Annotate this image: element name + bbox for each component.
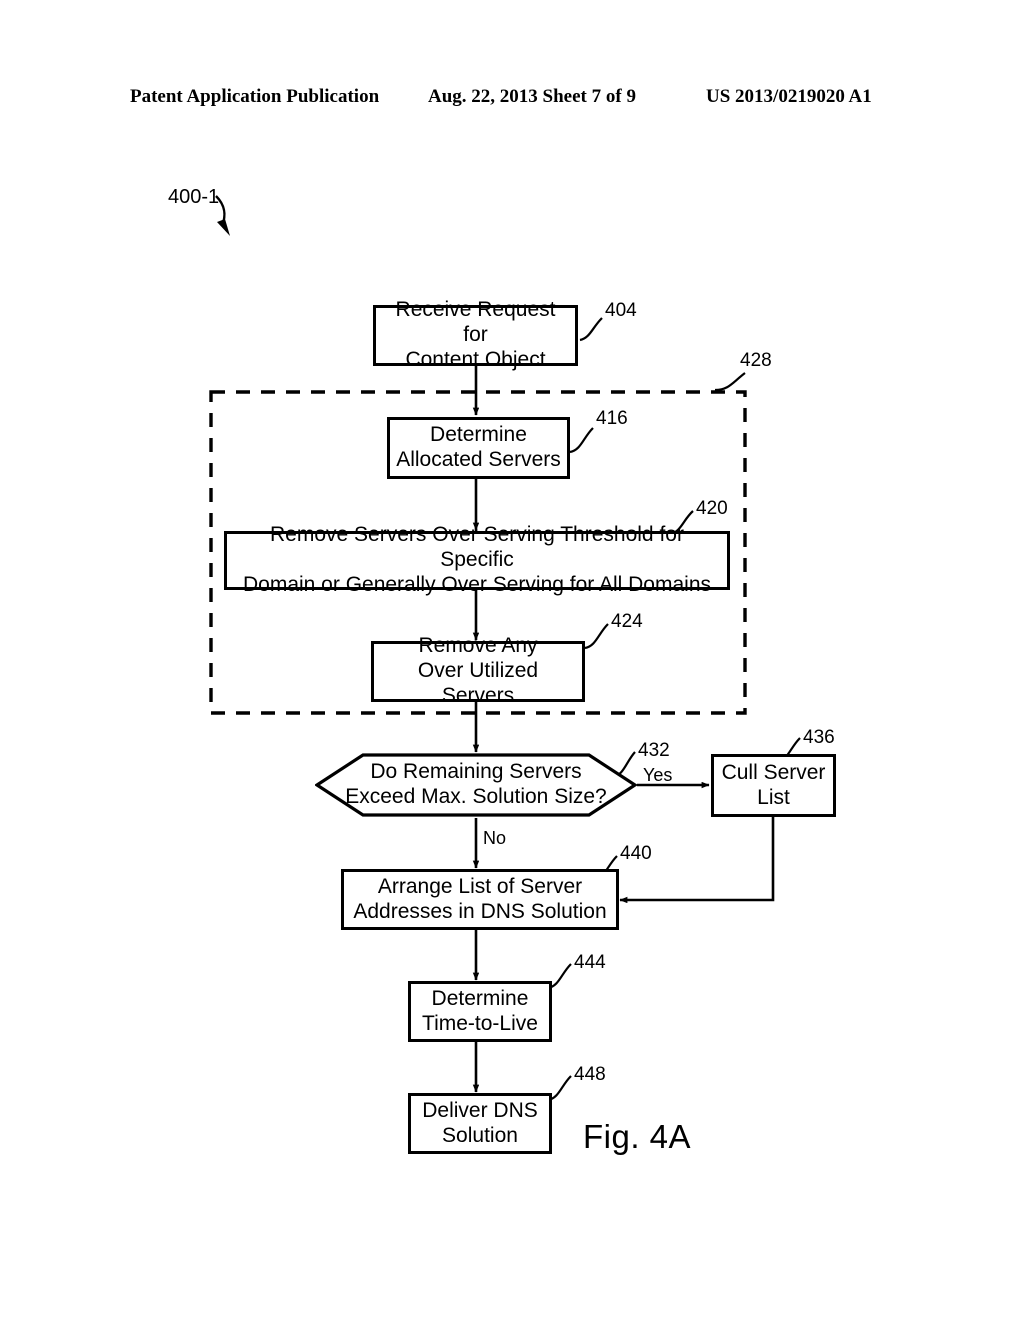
flow-node-arrange-list-of-server-addresses[interactable]: Arrange List of Server Addresses in DNS …: [341, 869, 619, 930]
ref-404-leader: [579, 317, 603, 342]
ref-416-leader: [569, 427, 594, 454]
flow-node-remove-over-utilized-servers[interactable]: Remove Any Over Utilized Servers: [371, 634, 585, 707]
flow-node-determine-time-to-live-label: Determine Time-to-Live: [422, 986, 538, 1035]
flow-node-remove-over-utilized-servers-label: Remove Any Over Utilized Servers: [417, 634, 539, 707]
ref-numeral-416: 416: [596, 408, 628, 429]
flow-node-cull-server-list[interactable]: Cull Server List: [711, 754, 836, 817]
flow-node-decision-label: Do Remaining Servers Exceed Max. Solutio…: [345, 760, 607, 808]
flow-node-determine-allocated-servers-label: Determine Allocated Servers: [396, 423, 561, 471]
ref-numeral-428: 428: [740, 350, 772, 371]
flow-node-receive-request[interactable]: Receive Request for Content Object: [373, 298, 578, 371]
ref-numeral-436: 436: [803, 727, 835, 748]
ref-numeral-424: 424: [611, 611, 643, 632]
flow-node-deliver-dns-solution-label: Deliver DNS Solution: [422, 1098, 538, 1147]
flow-node-cull-server-list-label: Cull Server List: [721, 760, 826, 809]
ref-numeral-440: 440: [620, 843, 652, 864]
ref-numeral-444: 444: [574, 952, 606, 973]
flow-node-receive-request-label: Receive Request for Content Object: [395, 298, 556, 371]
flow-node-decision-exceed-max-solution-size[interactable]: Do Remaining Servers Exceed Max. Solutio…: [315, 752, 637, 818]
flow-node-remove-servers-over-threshold[interactable]: Remove Servers Over Serving Threshold fo…: [224, 523, 730, 596]
flow-node-determine-time-to-live[interactable]: Determine Time-to-Live: [408, 981, 552, 1042]
ref-numeral-432: 432: [638, 740, 670, 761]
tag-400-arrowhead: [217, 219, 230, 236]
ref-numeral-404: 404: [605, 300, 637, 321]
figure-caption: Fig. 4A: [583, 1118, 692, 1155]
ref-numeral-420: 420: [696, 498, 728, 519]
ref-numeral-448: 448: [574, 1064, 606, 1085]
ref-428-leader: [714, 372, 746, 392]
figure-tag-400-1: 400-1: [168, 186, 220, 208]
flow-node-arrange-list-of-server-addresses-label: Arrange List of Server Addresses in DNS …: [353, 874, 607, 923]
flow-node-deliver-dns-solution[interactable]: Deliver DNS Solution: [408, 1093, 552, 1154]
flow-node-remove-servers-over-threshold-label: Remove Servers Over Serving Threshold fo…: [242, 523, 711, 596]
patent-figure-4a: 400-1 Receive Request for Content Object…: [0, 0, 1024, 1320]
flow-node-determine-allocated-servers[interactable]: Determine Allocated Servers: [387, 417, 570, 479]
branch-label-yes: Yes: [643, 765, 673, 785]
ref-424-leader: [584, 623, 609, 650]
branch-label-no: No: [483, 828, 507, 848]
